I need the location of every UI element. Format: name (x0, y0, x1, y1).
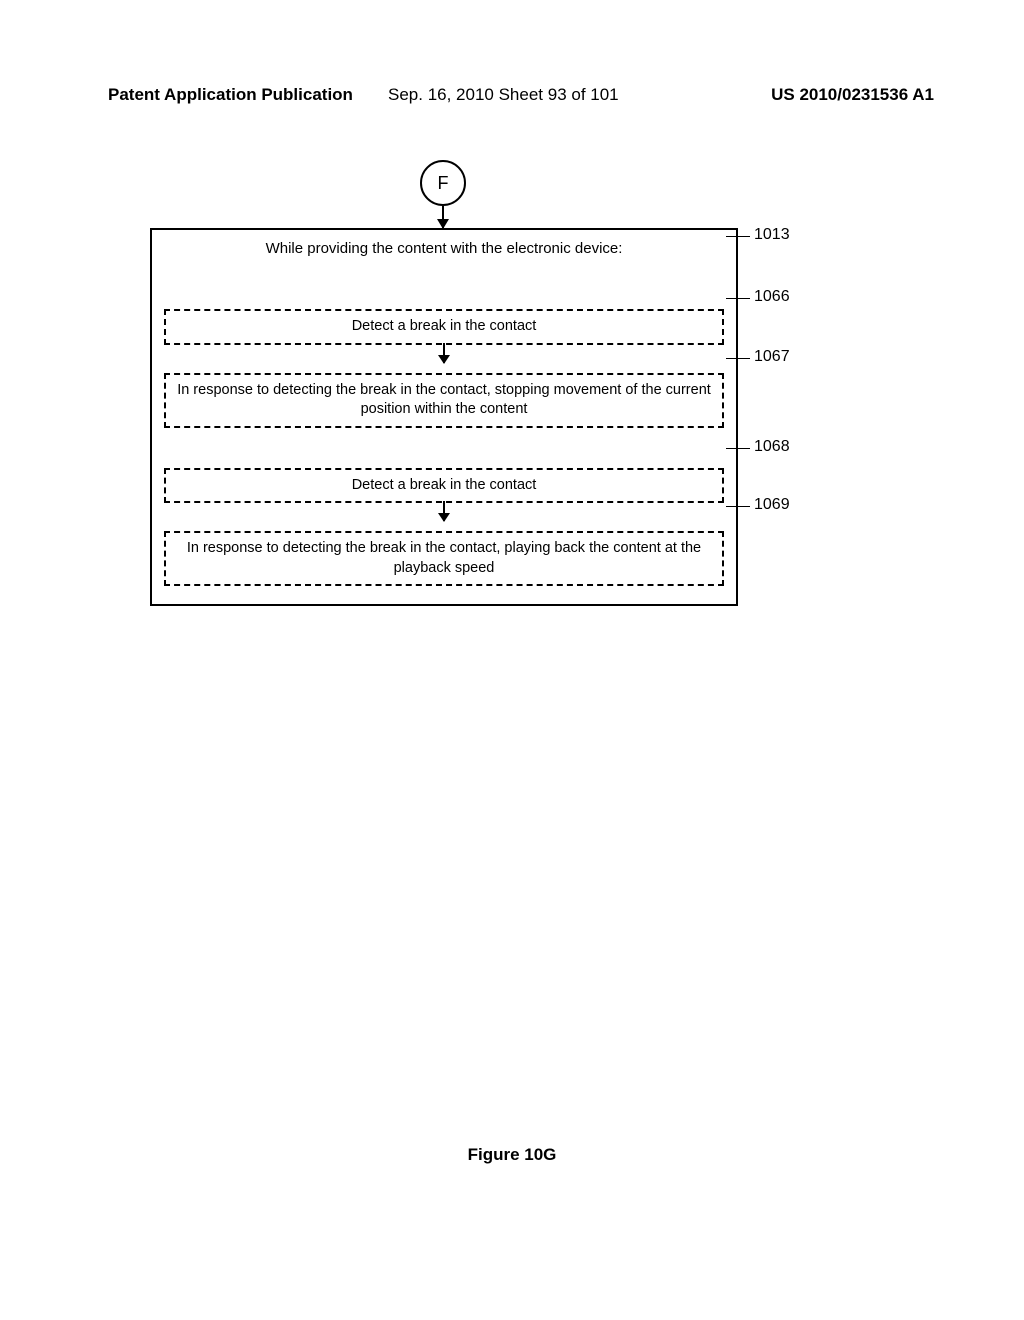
ref-1066: 1066 (754, 288, 790, 306)
arrow-icon (443, 343, 445, 363)
step-1069: In response to detecting the break in th… (164, 531, 724, 586)
step-text: In response to detecting the break in th… (177, 382, 711, 418)
step-text: Detect a break in the contact (352, 318, 537, 334)
ref-1069: 1069 (754, 496, 790, 514)
connector-label: F (438, 173, 449, 194)
step-text: Detect a break in the contact (352, 477, 537, 493)
container-title: While providing the content with the ele… (162, 238, 726, 269)
ref-number: 1013 (754, 226, 790, 243)
step-1066: Detect a break in the contact (164, 309, 724, 345)
ref-number: 1067 (754, 348, 790, 365)
off-page-connector-f: F (420, 160, 466, 206)
ref-number: 1068 (754, 438, 790, 455)
figure-label: Figure 10G (0, 1145, 1024, 1165)
arrow-icon (443, 501, 445, 521)
ref-number: 1069 (754, 496, 790, 513)
ref-number: 1066 (754, 288, 790, 305)
ref-1013: 1013 (754, 226, 790, 244)
ref-1067: 1067 (754, 348, 790, 366)
process-container-1013: While providing the content with the ele… (150, 228, 738, 606)
step-1068: Detect a break in the contact (164, 468, 724, 504)
arrow-connector-to-box (442, 206, 444, 228)
ref-1068: 1068 (754, 438, 790, 456)
page-header: Patent Application Publication Sep. 16, … (108, 85, 934, 105)
header-pub-number: US 2010/0231536 A1 (771, 85, 934, 105)
header-sheet-info: Sep. 16, 2010 Sheet 93 of 101 (388, 85, 619, 105)
header-publication: Patent Application Publication (108, 85, 353, 105)
step-text: In response to detecting the break in th… (187, 540, 701, 576)
step-1067: In response to detecting the break in th… (164, 373, 724, 428)
